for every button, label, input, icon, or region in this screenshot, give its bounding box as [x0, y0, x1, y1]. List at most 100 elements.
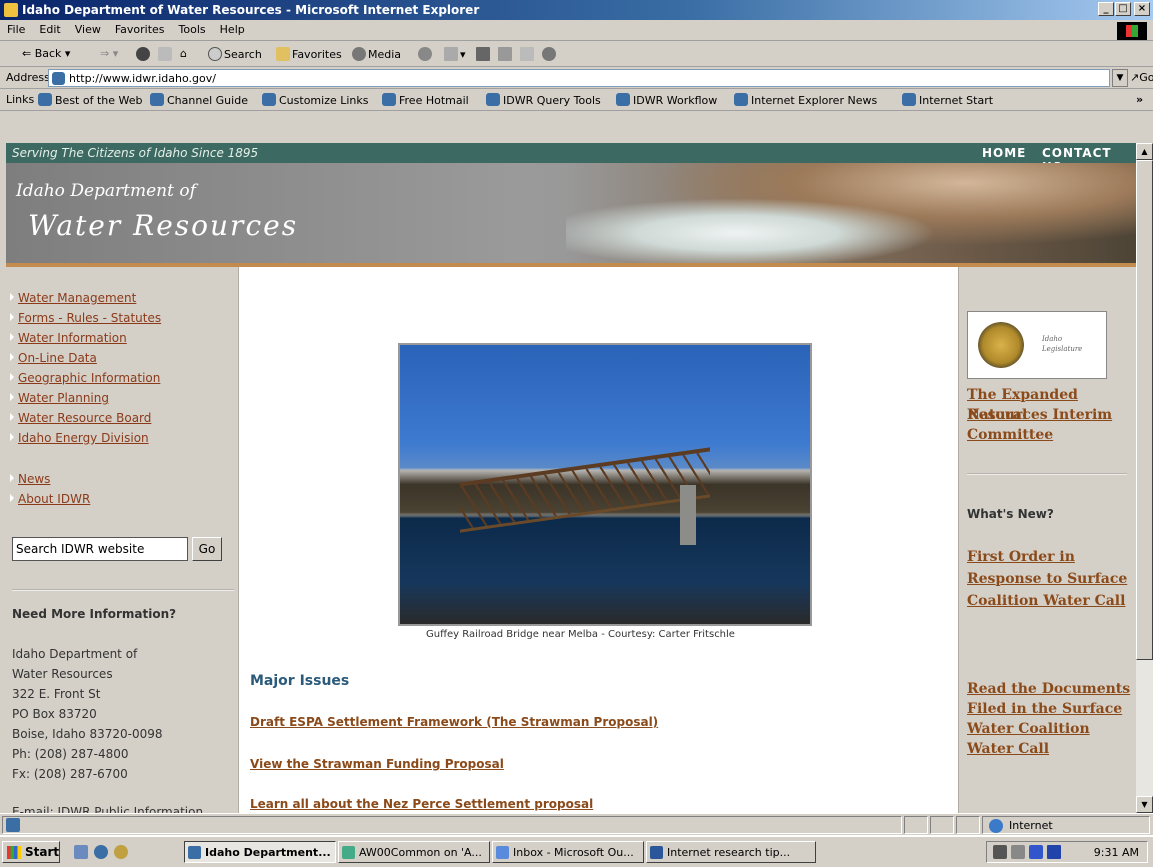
system-tray: 9:31 AM — [986, 841, 1148, 863]
media-button[interactable]: Media — [352, 47, 401, 61]
nav-home[interactable]: HOME — [982, 146, 1026, 160]
scroll-up-arrow-icon[interactable]: ▲ — [1136, 143, 1153, 160]
news-link-first-order[interactable]: Coalition Water Call — [967, 591, 1125, 611]
link-customize-links[interactable]: Customize Links — [262, 93, 369, 107]
start-button[interactable]: Start — [2, 841, 60, 863]
link-best-of-web[interactable]: Best of the Web — [38, 93, 142, 107]
menu-favorites[interactable]: Favorites — [108, 20, 172, 39]
right-sidebar: Idaho Legislature The Expanded Natural R… — [958, 267, 1136, 813]
vertical-scrollbar[interactable]: ▲ ▼ — [1136, 143, 1153, 813]
messenger-icon[interactable] — [542, 47, 558, 61]
menu-edit[interactable]: Edit — [32, 20, 67, 39]
show-desktop-icon[interactable] — [74, 845, 88, 859]
edit-icon[interactable] — [498, 47, 514, 61]
maximize-button[interactable]: □ — [1115, 2, 1131, 16]
close-button[interactable]: × — [1134, 2, 1150, 16]
windows-flag-icon — [7, 846, 21, 859]
mail-icon[interactable]: ▾ — [444, 47, 466, 61]
site-search-go-button[interactable]: Go — [192, 537, 222, 561]
link-internet-start[interactable]: Internet Start — [902, 93, 993, 107]
link-idwr-workflow[interactable]: IDWR Workflow — [616, 93, 717, 107]
discuss-icon[interactable] — [520, 47, 536, 61]
minimize-button[interactable]: _ — [1098, 2, 1114, 16]
site-tagline: Serving The Citizens of Idaho Since 1895 — [12, 146, 259, 160]
sidebar-item-water-resource-board[interactable]: Water Resource Board — [10, 411, 151, 425]
address-line: Boise, Idaho 83720-0098 — [12, 727, 163, 741]
sidebar-item-geographic-information[interactable]: Geographic Information — [10, 371, 160, 385]
sidebar-item-water-management[interactable]: Water Management — [10, 291, 136, 305]
news-link-first-order[interactable]: First Order in — [967, 547, 1075, 567]
search-button[interactable]: Search — [208, 47, 262, 61]
go-button[interactable]: ↗Go — [1130, 71, 1153, 84]
menu-help[interactable]: Help — [213, 20, 252, 39]
committee-link-line[interactable]: Resources Interim — [967, 405, 1112, 425]
window-title-bar[interactable]: Idaho Department of Water Resources - Mi… — [0, 0, 1153, 20]
stop-icon[interactable] — [136, 47, 152, 61]
scroll-down-arrow-icon[interactable]: ▼ — [1136, 796, 1153, 813]
address-dropdown-button[interactable]: ▼ — [1112, 69, 1128, 87]
status-bar: Internet — [0, 813, 1153, 835]
mail-tray-icon[interactable] — [1047, 845, 1061, 859]
forward-button[interactable]: ⇒ ▾ — [100, 47, 118, 60]
major-issues-heading: Major Issues — [250, 673, 350, 689]
home-icon[interactable]: ⌂ — [180, 47, 187, 60]
news-link-first-order[interactable]: Response to Surface — [967, 569, 1127, 589]
refresh-icon[interactable] — [158, 47, 174, 61]
sidebar-item-online-data[interactable]: On-Line Data — [10, 351, 97, 365]
site-banner: Idaho Department of Water Resources — [6, 163, 1136, 263]
link-idwr-query-tools[interactable]: IDWR Query Tools — [486, 93, 601, 107]
menu-view[interactable]: View — [68, 20, 108, 39]
sidebar-item-about-idwr[interactable]: About IDWR — [10, 492, 90, 506]
issue-link-espa-framework[interactable]: Draft ESPA Settlement Framework (The Str… — [250, 715, 658, 729]
state-seal-icon — [978, 322, 1024, 368]
menu-tools[interactable]: Tools — [172, 20, 213, 39]
issue-link-funding-proposal[interactable]: View the Strawman Funding Proposal — [250, 757, 504, 771]
committee-link-line[interactable]: Committee — [967, 425, 1053, 445]
status-cell — [930, 816, 954, 834]
standard-toolbar: ⇐ Back ▾ ⇒ ▾ ⌂ Search Favorites Media ▾ — [0, 42, 1153, 67]
globe-icon — [989, 819, 1003, 833]
news-link-read-documents[interactable]: Water Coalition — [967, 719, 1090, 739]
photo-caption: Guffey Railroad Bridge near Melba - Cour… — [426, 629, 735, 640]
antivirus-icon[interactable] — [1029, 845, 1043, 859]
go-arrow-icon: ↗ — [1130, 71, 1140, 84]
sidebar-item-forms-rules-statutes[interactable]: Forms - Rules - Statutes — [10, 311, 161, 325]
email-link[interactable]: E-mail: IDWR Public Information — [12, 805, 203, 813]
taskbar: Start Idaho Department... AW00Common on … — [0, 835, 1153, 867]
link-channel-guide[interactable]: Channel Guide — [150, 93, 248, 107]
address-line: 322 E. Front St — [12, 687, 101, 701]
link-free-hotmail[interactable]: Free Hotmail — [382, 93, 469, 107]
waterfall-banner-image — [566, 163, 1136, 263]
link-ie-news[interactable]: Internet Explorer News — [734, 93, 877, 107]
news-link-read-documents[interactable]: Filed in the Surface — [967, 699, 1122, 719]
folder-icon — [342, 846, 355, 859]
task-word-doc[interactable]: Internet research tip... — [646, 841, 816, 863]
back-button[interactable]: ⇐ Back ▾ — [22, 47, 70, 60]
sidebar-item-energy-division[interactable]: Idaho Energy Division — [10, 431, 149, 445]
volume-icon[interactable] — [1011, 845, 1025, 859]
ie-quicklaunch-icon[interactable] — [94, 845, 108, 859]
history-icon[interactable] — [418, 47, 434, 61]
site-search-input[interactable] — [12, 537, 188, 561]
print-icon[interactable] — [476, 47, 492, 61]
sidebar-item-news[interactable]: News — [10, 472, 50, 486]
idaho-legislature-logo[interactable]: Idaho Legislature — [967, 311, 1107, 379]
favorites-button[interactable]: Favorites — [276, 47, 342, 61]
news-link-read-documents[interactable]: Read the Documents — [967, 679, 1130, 699]
address-label: Address — [6, 71, 50, 84]
issue-link-nez-perce[interactable]: Learn all about the Nez Perce Settlement… — [250, 797, 593, 811]
scroll-thumb[interactable] — [1136, 160, 1153, 660]
sidebar-item-water-planning[interactable]: Water Planning — [10, 391, 109, 405]
ie-app-icon[interactable] — [4, 3, 18, 17]
sidebar-item-water-information[interactable]: Water Information — [10, 331, 127, 345]
news-link-read-documents[interactable]: Water Call — [967, 739, 1049, 759]
task-inbox-outlook[interactable]: Inbox - Microsoft Ou... — [492, 841, 644, 863]
network-icon[interactable] — [993, 845, 1007, 859]
outlook-quicklaunch-icon[interactable] — [114, 845, 128, 859]
task-ie-idwr[interactable]: Idaho Department... — [184, 841, 336, 863]
security-zone[interactable]: Internet — [982, 816, 1150, 834]
address-input[interactable]: http://www.idwr.idaho.gov/ — [48, 69, 1110, 87]
menu-file[interactable]: File — [0, 20, 32, 39]
links-overflow-chevron-icon[interactable]: » — [1136, 93, 1143, 106]
task-aw00common[interactable]: AW00Common on 'A... — [338, 841, 490, 863]
